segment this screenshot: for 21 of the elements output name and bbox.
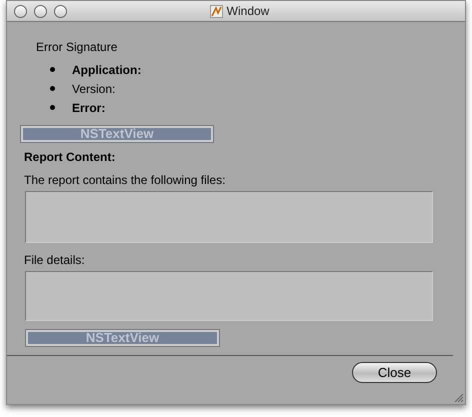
text-view-field[interactable]: NSTextView [25,329,220,347]
field-label: The report contains the following files: [24,173,226,187]
bullet-icon [50,105,55,110]
app-icon [210,4,223,18]
field-label: Application: [72,62,142,78]
field-label: File details: [24,253,85,267]
minimize-window-button[interactable] [34,4,47,18]
window-title: Window [226,3,270,20]
close-button[interactable]: Close [352,362,437,383]
resize-grip-icon [454,393,463,402]
bullet-icon [50,67,55,72]
files-list-box[interactable] [25,191,433,243]
close-window-button[interactable] [14,4,27,18]
zoom-window-button[interactable] [54,4,67,18]
section-heading: Error Signature [36,40,118,54]
text-view-field[interactable]: NSTextView [20,125,214,143]
field-label: Error: [72,100,106,116]
file-details-box[interactable] [25,271,433,321]
field-label: Version: [72,80,116,98]
section-heading: Report Content: [24,150,116,164]
bullet-icon [50,86,55,91]
